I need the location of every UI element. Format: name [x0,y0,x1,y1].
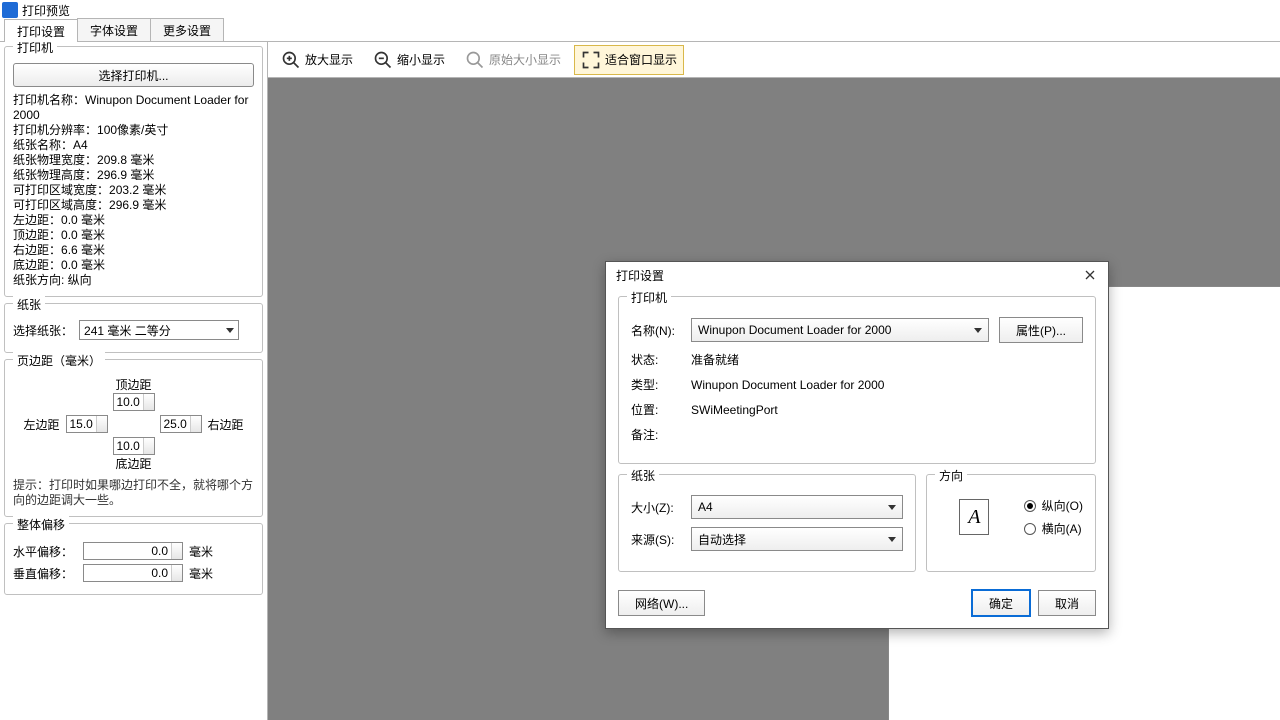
tab-print-settings[interactable]: 打印设置 [4,19,78,42]
select-printer-button[interactable]: 选择打印机... [13,63,254,87]
margins-group: 页边距（毫米） 顶边距 10.0 左边距 15.0 25.0 右边距 10.0 … [4,359,263,517]
landscape-radio[interactable]: 横向(A) [1024,520,1083,537]
dialog-close-button[interactable] [1078,265,1102,285]
paper-name-line: 纸张名称：A4 [13,138,254,153]
tab-more-settings[interactable]: 更多设置 [150,18,224,41]
zoom-in-icon [281,50,301,70]
dialog-status-label: 状态: [631,351,691,368]
cancel-button[interactable]: 取消 [1038,590,1096,616]
tab-font-settings[interactable]: 字体设置 [77,18,151,41]
margin-left-stepper[interactable]: 15.0 [66,415,108,433]
close-icon [1085,270,1095,280]
offset-h-unit: 毫米 [189,543,213,560]
dialog-printer-group: 打印机 名称(N): Winupon Document Loader for 2… [618,296,1096,464]
bottom-margin-line: 底边距：0.0 毫米 [13,258,254,273]
margins-hint: 提示：打印时如果哪边打印不全，就将哪个方向的边距调大一些。 [13,478,254,508]
offset-group: 整体偏移 水平偏移： 0.0 毫米 垂直偏移： 0.0 毫米 [4,523,263,595]
dialog-source-label: 来源(S): [631,531,691,548]
printer-name-combo[interactable]: Winupon Document Loader for 2000 [691,318,989,342]
fit-window-button[interactable]: 适合窗口显示 [574,45,684,75]
portrait-radio[interactable]: 纵向(O) [1024,497,1083,514]
settings-sidebar: 打印机 选择打印机... 打印机名称：Winupon Document Load… [0,42,268,720]
dialog-comment-label: 备注: [631,426,691,443]
dialog-type-value: Winupon Document Loader for 2000 [691,378,884,392]
dialog-size-label: 大小(Z): [631,499,691,516]
dialog-orientation-group: 方向 A 纵向(O) 横向(A) [926,474,1096,572]
zoom-out-button[interactable]: 缩小显示 [366,45,452,75]
fit-icon [581,50,601,70]
dialog-paper-group-title: 纸张 [627,467,659,484]
dialog-title-bar[interactable]: 打印设置 [606,262,1108,288]
dialog-name-label: 名称(N): [631,322,691,339]
dialog-printer-group-title: 打印机 [627,289,671,306]
zoom-100-button[interactable]: 原始大小显示 [458,45,568,75]
printer-name-line: 打印机名称：Winupon Document Loader for 2000 [13,93,254,123]
app-icon [2,2,18,18]
offset-v-stepper[interactable]: 0.0 [83,564,183,582]
offset-h-label: 水平偏移： [13,543,83,560]
offset-v-label: 垂直偏移： [13,565,83,582]
margin-right-stepper[interactable]: 25.0 [160,415,202,433]
orientation-icon: A [959,499,989,535]
margin-bottom-label: 底边距 [115,455,151,472]
printer-res-line: 打印机分辨率：100像素/英寸 [13,123,254,138]
printer-group: 打印机 选择打印机... 打印机名称：Winupon Document Load… [4,46,263,297]
print-w-line: 可打印区域宽度：203.2 毫米 [13,183,254,198]
phys-h-line: 纸张物理高度：296.9 毫米 [13,168,254,183]
paper-select-combo[interactable]: 241 毫米 二等分 [79,320,239,340]
zoom-out-icon [373,50,393,70]
margins-group-title: 页边距（毫米） [13,352,105,369]
margin-bottom-stepper[interactable]: 10.0 [113,437,155,455]
title-bar: 打印预览 [0,0,1280,20]
radio-unchecked-icon [1024,523,1036,535]
tab-strip: 打印设置 字体设置 更多设置 [0,20,1280,42]
dialog-status-value: 准备就绪 [691,351,739,368]
ok-button[interactable]: 确定 [972,590,1030,616]
right-margin-line: 右边距：6.6 毫米 [13,243,254,258]
print-setup-dialog: 打印设置 打印机 名称(N): Winupon Document Loader … [605,261,1109,629]
preview-toolbar: 放大显示 缩小显示 原始大小显示 适合窗口显示 [268,42,1280,78]
dialog-where-label: 位置: [631,401,691,418]
dialog-where-value: SWiMeetingPort [691,403,778,417]
paper-group-title: 纸张 [13,296,45,313]
network-button[interactable]: 网络(W)... [618,590,705,616]
margin-right-label: 右边距 [208,416,244,433]
zoom-in-button[interactable]: 放大显示 [274,45,360,75]
paper-source-combo[interactable]: 自动选择 [691,527,903,551]
properties-button[interactable]: 属性(P)... [999,317,1083,343]
offset-v-unit: 毫米 [189,565,213,582]
left-margin-line: 左边距：0.0 毫米 [13,213,254,228]
offset-group-title: 整体偏移 [13,516,69,533]
dialog-paper-group: 纸张 大小(Z): A4 来源(S): 自动选择 [618,474,916,572]
window-title: 打印预览 [22,2,70,19]
dialog-type-label: 类型: [631,376,691,393]
print-h-line: 可打印区域高度：296.9 毫米 [13,198,254,213]
margin-top-stepper[interactable]: 10.0 [113,393,155,411]
dialog-title: 打印设置 [616,267,664,284]
offset-h-stepper[interactable]: 0.0 [83,542,183,560]
radio-checked-icon [1024,500,1036,512]
margin-left-label: 左边距 [23,416,59,433]
paper-size-combo[interactable]: A4 [691,495,903,519]
printer-group-title: 打印机 [13,42,57,56]
paper-select-label: 选择纸张： [13,322,73,339]
phys-w-line: 纸张物理宽度：209.8 毫米 [13,153,254,168]
margin-top-label: 顶边距 [115,376,151,393]
zoom-100-icon [465,50,485,70]
top-margin-line: 顶边距：0.0 毫米 [13,228,254,243]
paper-group: 纸张 选择纸张： 241 毫米 二等分 [4,303,263,353]
dialog-orientation-group-title: 方向 [935,467,967,484]
orient-line: 纸张方向: 纵向 [13,273,254,288]
